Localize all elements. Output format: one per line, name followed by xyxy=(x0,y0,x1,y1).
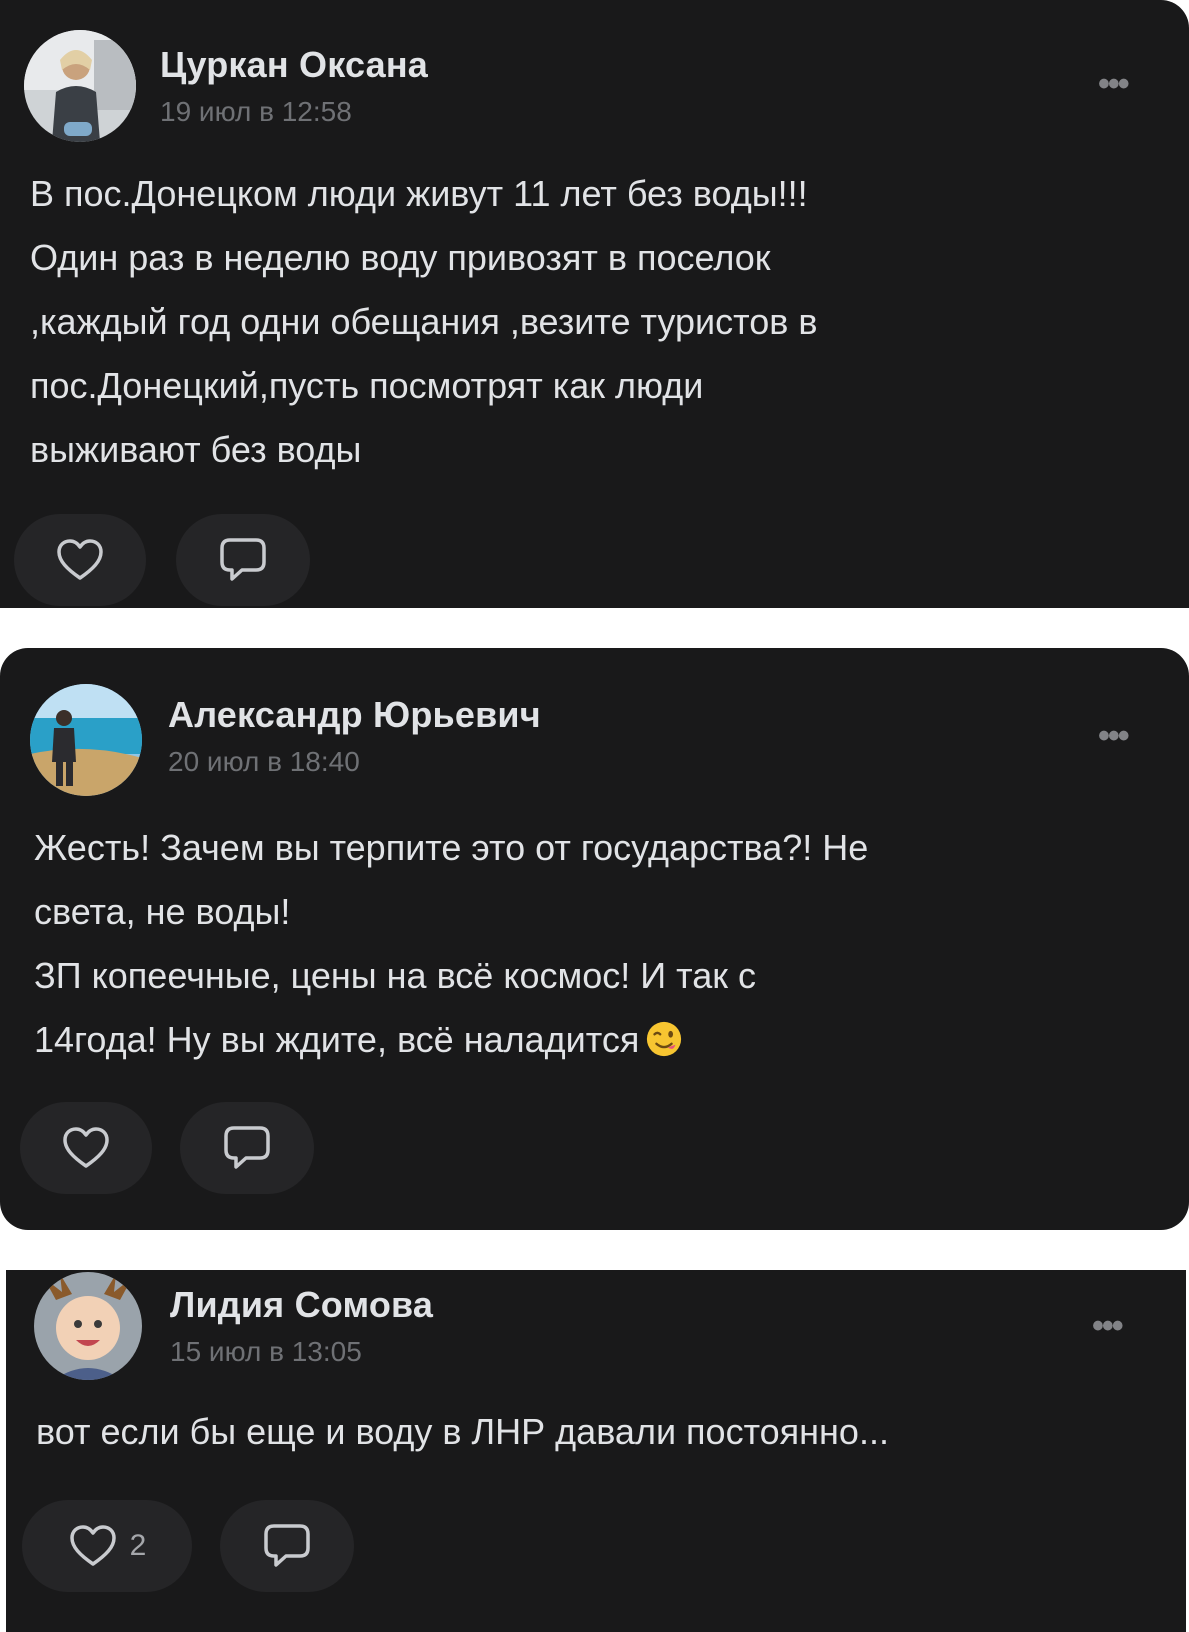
comment-date[interactable]: 15 июл в 13:05 xyxy=(170,1336,362,1368)
author-name[interactable]: Лидия Сомова xyxy=(170,1284,433,1326)
avatar[interactable] xyxy=(30,684,142,796)
like-button[interactable] xyxy=(14,514,146,606)
like-button[interactable]: 2 xyxy=(22,1500,192,1592)
comment-date[interactable]: 19 июл в 12:58 xyxy=(160,96,352,128)
comment-text: вот если бы еще и воду в ЛНР давали пост… xyxy=(36,1411,889,1452)
reply-button[interactable] xyxy=(180,1102,314,1194)
speech-bubble-icon xyxy=(220,538,266,581)
speech-bubble-icon xyxy=(264,1524,310,1567)
more-options-icon[interactable]: ••• xyxy=(1098,67,1130,101)
avatar[interactable] xyxy=(34,1272,142,1380)
comment-card: Лидия Сомова 15 июл в 13:05 ••• вот если… xyxy=(6,1270,1186,1632)
comment-card: Александр Юрьевич 20 июл в 18:40 ••• Жес… xyxy=(0,648,1189,1230)
more-options-icon[interactable]: ••• xyxy=(1098,719,1130,753)
comment-text: В пос.Донецком люди живут 11 лет без вод… xyxy=(30,173,818,470)
author-name[interactable]: Александр Юрьевич xyxy=(168,694,541,736)
comment-date[interactable]: 20 июл в 18:40 xyxy=(168,746,360,778)
like-button[interactable] xyxy=(20,1102,152,1194)
comment-text-body: Жесть! Зачем вы терпите это от государст… xyxy=(34,827,869,1060)
speech-bubble-icon xyxy=(224,1126,270,1169)
wink-emoji-icon xyxy=(647,1021,682,1057)
heart-outline-icon xyxy=(69,1525,116,1566)
comment-text: Жесть! Зачем вы терпите это от государст… xyxy=(34,816,1164,1072)
reply-button[interactable] xyxy=(176,514,310,606)
comment-card: Цуркан Оксана 19 июл в 12:58 ••• В пос.Д… xyxy=(0,0,1189,608)
heart-outline-icon xyxy=(63,1127,109,1168)
avatar[interactable] xyxy=(24,30,136,142)
more-options-icon[interactable]: ••• xyxy=(1092,1309,1124,1343)
author-name[interactable]: Цуркан Оксана xyxy=(160,44,428,86)
like-count: 2 xyxy=(129,1529,147,1562)
heart-outline-icon xyxy=(57,539,103,580)
reply-button[interactable] xyxy=(220,1500,354,1592)
